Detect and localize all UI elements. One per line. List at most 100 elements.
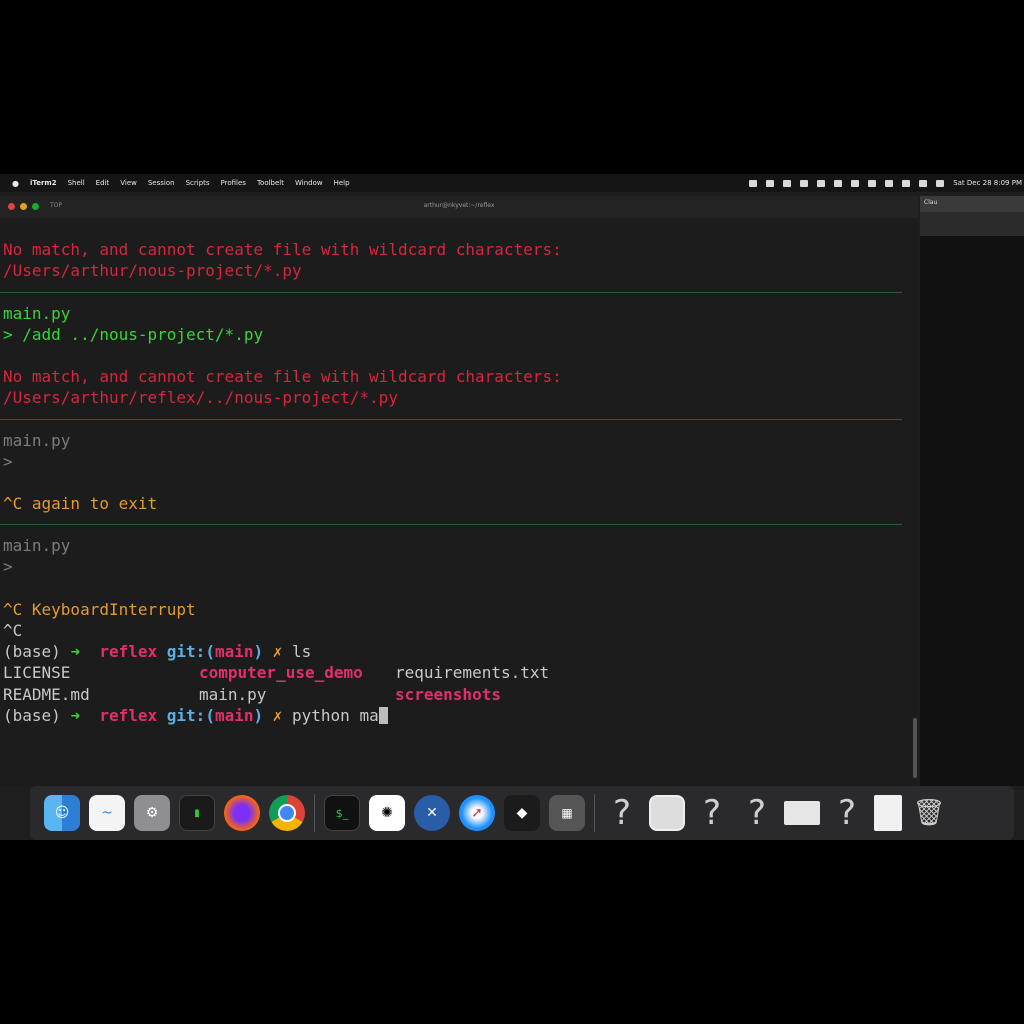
- ls-output-row: LICENSE computer_use_demo requirements.txt: [0, 662, 910, 683]
- menu-item-session[interactable]: Session: [148, 179, 175, 187]
- firefox-icon[interactable]: [224, 795, 260, 831]
- status-icon[interactable]: [868, 179, 877, 187]
- shell-prompt-line[interactable]: (base) ➜ reflex git:(main) ✗ python ma: [0, 705, 910, 726]
- prompt-arrow: ➜: [70, 705, 100, 725]
- ls-entry: requirements.txt: [395, 663, 550, 683]
- ls-entry-dir: screenshots: [395, 684, 501, 704]
- terminal-output[interactable]: No match, and cannot create file with wi…: [0, 218, 910, 786]
- apple-menu-icon[interactable]: ●: [12, 179, 19, 188]
- side-window-tab[interactable]: Clau: [924, 199, 937, 206]
- dock-separator: [594, 794, 595, 832]
- error-path-line: /Users/arthur/nous-project/*.py: [3, 261, 302, 281]
- prompt-git-close: ): [253, 642, 273, 662]
- desktop-screen: ● iTerm2 Shell Edit View Session Scripts…: [0, 174, 1024, 840]
- dock: ☺ ~ ⚙ ▮ $_ ✺ ✕ ➚ ◆ ▦ ? ? ? ? 🗑: [30, 786, 1014, 840]
- ls-entry: README.md: [3, 684, 90, 704]
- add-command-line: > /add ../nous-project/*.py: [3, 324, 264, 344]
- divider: [0, 291, 902, 293]
- shell-prompt-line: (base) ➜ reflex git:(main) ✗ ls: [0, 641, 910, 662]
- control-center-icon[interactable]: [936, 179, 945, 187]
- menubar-clock[interactable]: Sat Dec 28 8:09 PM: [953, 179, 1022, 187]
- typed-command: ls: [292, 642, 312, 662]
- typed-command: python ma: [292, 705, 379, 725]
- scrollbar-thumb[interactable]: [913, 718, 917, 778]
- prompt-git: git:(: [166, 705, 215, 725]
- dock-separator: [314, 794, 315, 832]
- prompt-dirty-mark: ✗: [272, 705, 293, 725]
- terminal-scrollbar[interactable]: [912, 218, 918, 786]
- status-icon[interactable]: [783, 179, 792, 187]
- search-icon[interactable]: [919, 179, 928, 187]
- status-icon[interactable]: [800, 179, 809, 187]
- wifi-icon[interactable]: [902, 179, 911, 187]
- instruments-icon[interactable]: ✕: [414, 795, 450, 831]
- unknown-app-icon[interactable]: ?: [604, 793, 640, 833]
- status-icon[interactable]: [749, 179, 758, 187]
- chatgpt-icon[interactable]: ✺: [369, 795, 405, 831]
- exit-hint-line: ^C again to exit: [3, 494, 158, 514]
- prompt-branch: main: [214, 705, 254, 725]
- ls-entry-dir: computer_use_demo: [199, 663, 363, 683]
- menu-item-toolbelt[interactable]: Toolbelt: [257, 179, 284, 187]
- window-titlebar[interactable]: TOP arthur@nkyvet:~/reflex: [0, 196, 918, 218]
- terminal-icon[interactable]: $_: [324, 795, 360, 831]
- status-icon[interactable]: [817, 179, 826, 187]
- unknown-app-icon[interactable]: ?: [694, 793, 730, 833]
- menu-item-window[interactable]: Window: [295, 179, 323, 187]
- error-line: No match, and cannot create file with wi…: [3, 240, 562, 260]
- menu-bar: ● iTerm2 Shell Edit View Session Scripts…: [0, 174, 1024, 192]
- document-icon[interactable]: [874, 795, 902, 831]
- ls-output-row: README.md main.py screenshots: [0, 684, 910, 705]
- prompt-branch: main: [214, 642, 254, 662]
- menu-item-shell[interactable]: Shell: [68, 179, 85, 187]
- chrome-icon[interactable]: [269, 795, 305, 831]
- file-list-line: main.py: [3, 303, 71, 323]
- ls-entry: main.py: [199, 684, 267, 704]
- divider: [0, 418, 902, 420]
- status-icon[interactable]: [766, 179, 775, 187]
- window-title: arthur@nkyvet:~/reflex: [423, 202, 495, 209]
- status-menu-area: Sat Dec 28 8:09 PM: [749, 174, 1022, 192]
- error-line: No match, and cannot create file with wi…: [3, 367, 562, 387]
- menu-item-profiles[interactable]: Profiles: [221, 179, 246, 187]
- iterm-window: TOP arthur@nkyvet:~/reflex No match, and…: [0, 196, 918, 786]
- prompt-arrow: ➜: [70, 642, 100, 662]
- prompt-git-close: ): [253, 705, 273, 725]
- menu-item-view[interactable]: View: [120, 179, 137, 187]
- unknown-app-icon[interactable]: ?: [829, 793, 865, 833]
- trash-icon[interactable]: 🗑: [911, 795, 947, 831]
- prompt-dir: reflex: [99, 705, 167, 725]
- conda-env: (base): [3, 705, 71, 725]
- cursor-app-icon[interactable]: ◆: [504, 795, 540, 831]
- activity-monitor-icon[interactable]: ▮: [179, 795, 215, 831]
- ctrl-c-line: ^C: [3, 621, 23, 640]
- prompt-line: >: [3, 451, 13, 471]
- system-settings-icon[interactable]: ⚙: [134, 795, 170, 831]
- menu-item-iterm2[interactable]: iTerm2: [30, 179, 57, 187]
- battery-icon[interactable]: [885, 179, 894, 187]
- keyboard-interrupt-line: ^C KeyboardInterrupt: [3, 599, 196, 619]
- calculator-icon[interactable]: ▦: [549, 795, 585, 831]
- window-thumbnail-icon[interactable]: [784, 801, 820, 825]
- prompt-git: git:(: [166, 642, 215, 662]
- status-icon[interactable]: [851, 179, 860, 187]
- ls-entry: LICENSE: [3, 663, 71, 683]
- divider: [0, 524, 902, 526]
- freeform-icon[interactable]: ~: [89, 795, 125, 831]
- menu-item-scripts[interactable]: Scripts: [186, 179, 210, 187]
- error-path-line: /Users/arthur/reflex/../nous-project/*.p…: [3, 388, 398, 408]
- preview-image-icon[interactable]: [649, 795, 685, 831]
- side-window-tabbar[interactable]: Clau: [920, 196, 1024, 212]
- side-window-toolbar[interactable]: [920, 212, 1024, 236]
- unknown-app-icon[interactable]: ?: [739, 793, 775, 833]
- file-list-line: main.py: [3, 536, 71, 556]
- prompt-line: >: [3, 557, 13, 577]
- menu-item-edit[interactable]: Edit: [96, 179, 110, 187]
- text-cursor: [378, 706, 388, 724]
- menu-item-help[interactable]: Help: [334, 179, 350, 187]
- status-icon[interactable]: [834, 179, 843, 187]
- safari-icon[interactable]: ➚: [459, 795, 495, 831]
- side-window: Clau: [920, 196, 1024, 786]
- prompt-dirty-mark: ✗: [272, 642, 293, 662]
- finder-icon[interactable]: ☺: [44, 795, 80, 831]
